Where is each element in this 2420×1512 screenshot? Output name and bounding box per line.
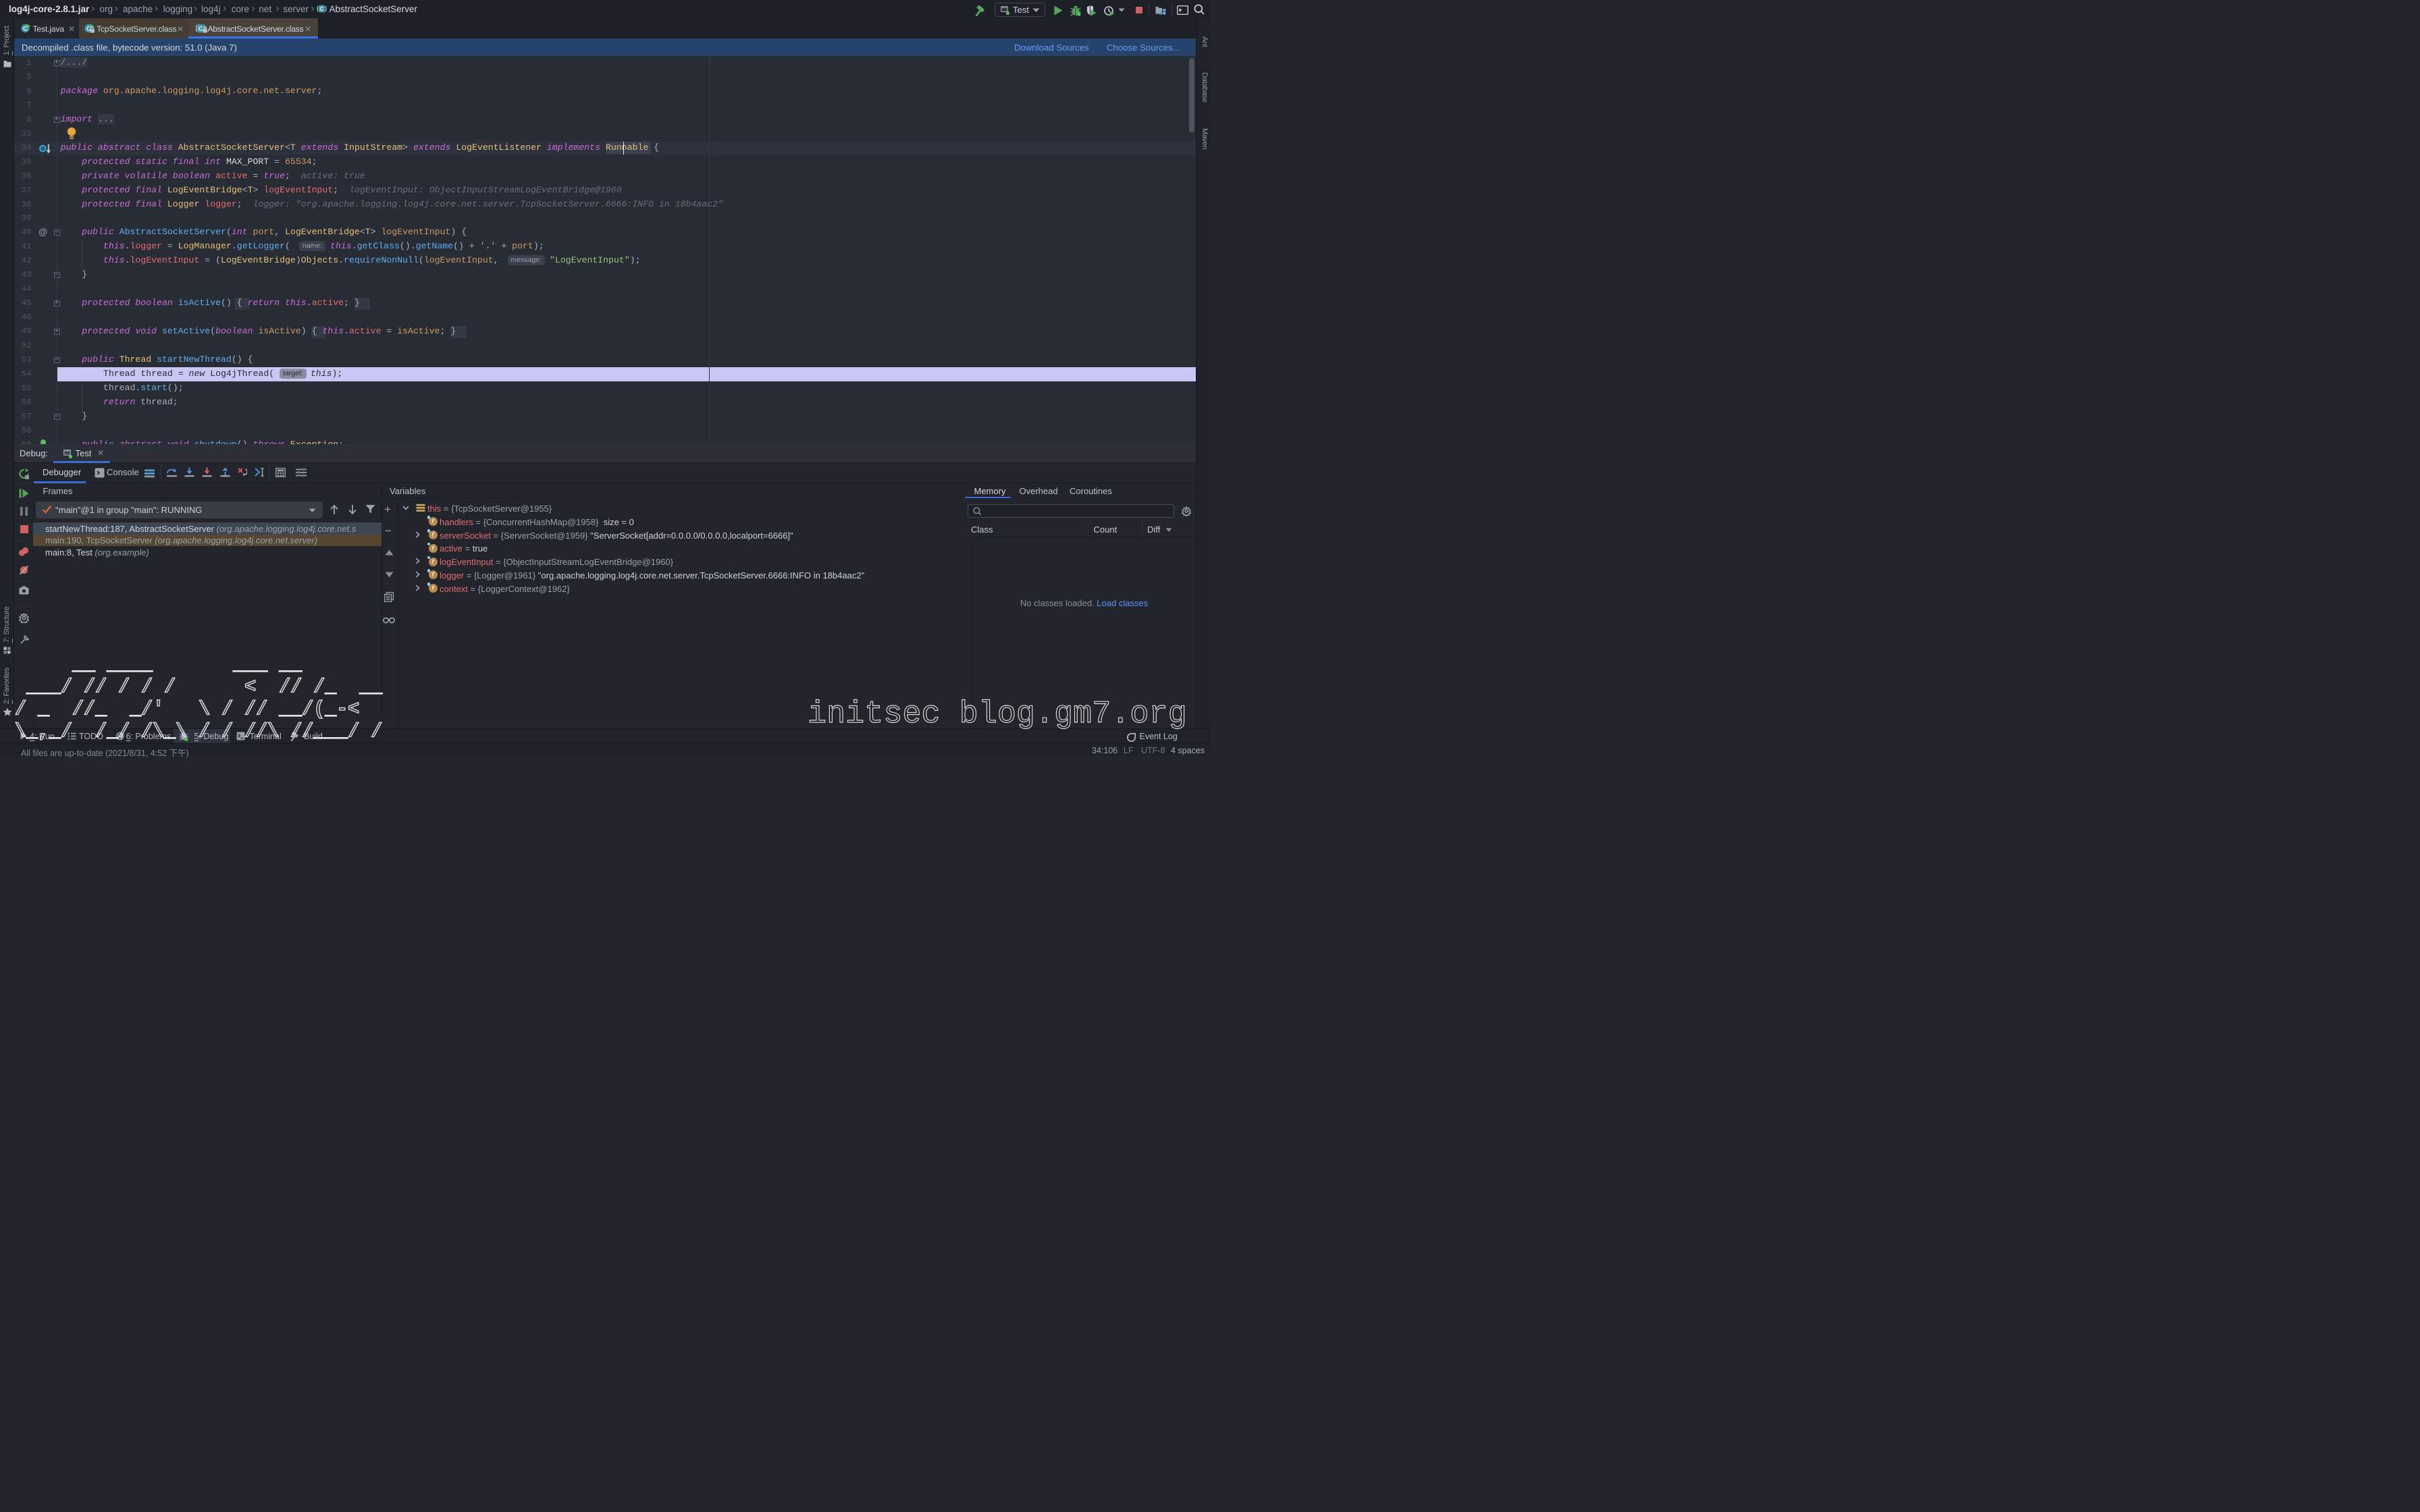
svg-text:C: C xyxy=(319,5,323,12)
svg-text:C: C xyxy=(199,25,203,32)
